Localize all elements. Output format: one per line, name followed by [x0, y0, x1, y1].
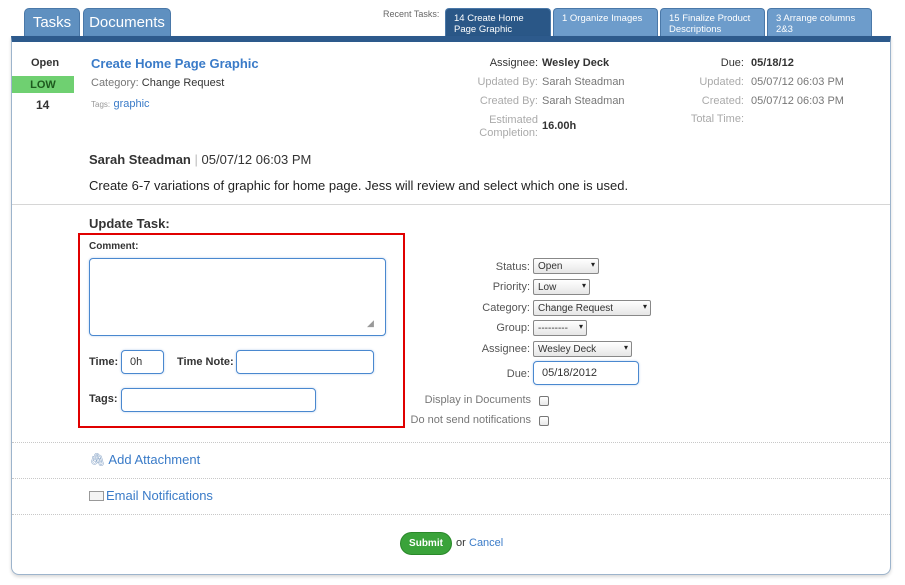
due-date-input[interactable]: 05/18/2012 [533, 361, 639, 385]
recent-task-14[interactable]: 14 Create Home Page Graphic [445, 8, 551, 39]
recent-task-line2: 2&3 [776, 24, 793, 35]
comment-date: 05/07/12 06:03 PM [201, 152, 312, 167]
task-id: 14 [36, 98, 50, 112]
assignee-select[interactable]: Wesley Deck ▾ [533, 341, 632, 357]
tag-link[interactable]: graphic [113, 98, 149, 110]
paperclip-icon: 🖇 [89, 452, 106, 467]
chevron-down-icon: ▾ [581, 281, 586, 290]
status-select[interactable]: Open ▾ [533, 258, 599, 274]
tags-input[interactable] [121, 388, 316, 412]
divider [12, 442, 890, 443]
recent-task-line2: Page Graphic [454, 24, 513, 35]
recent-task-3[interactable]: 3 Arrange columns 2&3 [767, 8, 872, 39]
category-label: Category: [91, 77, 139, 89]
status-select-value: Open [538, 260, 563, 272]
tags-label: Tags: [91, 100, 111, 109]
priority-label: Priority: [492, 281, 530, 293]
time-note-label: Time Note: [177, 356, 234, 368]
comment-header: Sarah Steadman | 05/07/12 06:03 PM [89, 152, 311, 167]
chevron-down-icon: ▾ [590, 260, 595, 269]
recent-task-line1: 1 Organize Images [562, 13, 643, 24]
due-field-label: Due: [506, 368, 530, 380]
task-category: Category: Change Request [91, 77, 224, 89]
recent-task-line1: 14 Create Home [454, 13, 524, 24]
priority-select[interactable]: Low ▾ [533, 279, 590, 295]
time-label: Time: [89, 356, 119, 368]
tags-field-label: Tags: [89, 393, 118, 405]
due-label: Due: [720, 57, 744, 69]
task-tags: Tags: graphic [91, 96, 150, 110]
group-select-value: --------- [538, 322, 568, 334]
resize-handle-icon[interactable]: ◢ [367, 318, 374, 329]
no-notify-label: Do not send notifications [410, 414, 531, 426]
due-value: 05/18/12 [751, 57, 794, 69]
comment-body: Create 6-7 variations of graphic for hom… [89, 178, 629, 193]
updated-value: 05/07/12 06:03 PM [751, 76, 844, 88]
add-attachment-label: Add Attachment [108, 452, 201, 467]
comment-separator: | [194, 152, 198, 167]
category-select[interactable]: Change Request ▾ [533, 300, 651, 316]
add-attachment-link[interactable]: 🖇 Add Attachment [89, 452, 200, 468]
assignee-value: Wesley Deck [542, 57, 610, 69]
recent-task-1[interactable]: 1 Organize Images [553, 8, 658, 39]
tab-documents[interactable]: Documents [83, 8, 171, 36]
assignee-field-label: Assignee: [481, 343, 530, 355]
recent-task-line1: 3 Arrange columns [776, 13, 856, 24]
recent-task-15[interactable]: 15 Finalize Product Descriptions [660, 8, 765, 39]
created-label: Created: [701, 95, 744, 107]
assignee-label: Assignee: [489, 57, 538, 69]
email-notifications-link[interactable]: Email Notifications [89, 488, 213, 503]
chevron-down-icon: ▾ [578, 322, 583, 331]
updated-by-value: Sarah Steadman [542, 76, 625, 88]
estimated-label-2: Completion: [479, 127, 538, 139]
category-field-label: Category: [482, 302, 530, 314]
cancel-link[interactable]: Cancel [469, 537, 503, 549]
total-time-label: Total Time: [690, 113, 744, 125]
display-docs-label: Display in Documents [424, 394, 531, 406]
recent-task-line1: 15 Finalize Product [669, 13, 751, 24]
created-by-label: Created By: [479, 95, 538, 107]
divider [12, 204, 890, 205]
updated-by-label: Updated By: [477, 76, 538, 88]
tab-tasks[interactable]: Tasks [24, 8, 80, 36]
comment-label: Comment: [89, 241, 139, 252]
update-task-heading: Update Task: [89, 216, 170, 231]
chevron-down-icon: ▾ [623, 343, 628, 352]
recent-task-line2: Descriptions [669, 24, 722, 35]
priority-badge: LOW [12, 76, 74, 93]
priority-select-value: Low [538, 281, 557, 293]
divider [12, 478, 890, 479]
group-label: Group: [496, 322, 530, 334]
updated-label: Updated: [699, 76, 744, 88]
task-title[interactable]: Create Home Page Graphic [91, 56, 259, 71]
category-select-value: Change Request [538, 302, 614, 314]
category-value: Change Request [141, 77, 225, 89]
or-text: or [456, 537, 466, 549]
created-by-value: Sarah Steadman [542, 95, 625, 107]
assignee-select-value: Wesley Deck [538, 343, 597, 355]
time-note-input[interactable] [236, 350, 374, 374]
group-select[interactable]: --------- ▾ [533, 320, 587, 336]
divider [12, 514, 890, 515]
comment-textarea[interactable] [89, 258, 386, 336]
chevron-down-icon: ▾ [642, 302, 647, 311]
created-value: 05/07/12 06:03 PM [751, 95, 844, 107]
recent-tasks-label: Recent Tasks: [383, 9, 440, 19]
status-label: Status: [495, 261, 530, 273]
estimated-label-1: Estimated [489, 114, 538, 126]
display-docs-checkbox[interactable] [539, 396, 549, 406]
estimated-value: 16.00h [542, 120, 577, 132]
email-notifications-label: Email Notifications [106, 488, 213, 503]
time-input[interactable]: 0h [121, 350, 164, 374]
no-notify-checkbox[interactable] [539, 416, 549, 426]
envelope-icon [89, 491, 104, 501]
comment-author: Sarah Steadman [89, 152, 191, 167]
task-status: Open [31, 57, 60, 69]
submit-button[interactable]: Submit [400, 532, 452, 555]
